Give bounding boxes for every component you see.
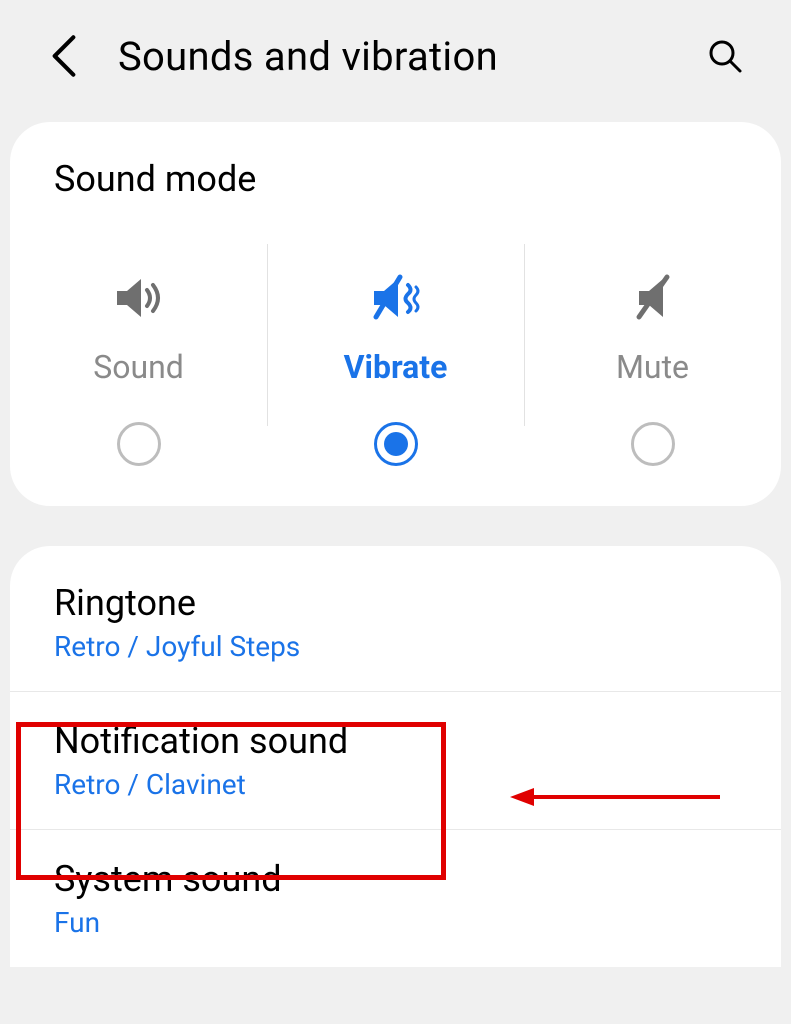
list-item-ringtone[interactable]: Ringtone Retro / Joyful Steps — [10, 554, 781, 692]
sound-settings-list: Ringtone Retro / Joyful Steps Notificati… — [10, 546, 781, 967]
sound-mode-title: Sound mode — [10, 158, 781, 228]
mute-icon — [625, 268, 681, 328]
header: Sounds and vibration — [0, 0, 791, 122]
back-button[interactable] — [50, 34, 78, 78]
sound-mode-card: Sound mode Sound Vib — [10, 122, 781, 506]
list-item-notification-sound[interactable]: Notification sound Retro / Clavinet — [10, 692, 781, 830]
item-title: System sound — [54, 858, 737, 900]
item-title: Ringtone — [54, 582, 737, 624]
item-subtitle: Fun — [54, 906, 737, 939]
sound-mode-row: Sound Vibrate Mute — [10, 228, 781, 466]
item-subtitle: Retro / Joyful Steps — [54, 630, 737, 663]
sound-mode-option-sound[interactable]: Sound — [10, 244, 267, 466]
sound-mode-label: Sound — [93, 348, 184, 386]
page-title: Sounds and vibration — [118, 33, 699, 80]
sound-icon — [111, 268, 167, 328]
sound-mode-option-mute[interactable]: Mute — [524, 244, 781, 466]
vibrate-mode-radio — [374, 422, 418, 466]
list-item-system-sound[interactable]: System sound Fun — [10, 830, 781, 967]
search-icon — [707, 38, 743, 74]
search-button[interactable] — [699, 30, 751, 82]
chevron-left-icon — [50, 34, 78, 78]
mute-mode-radio — [631, 422, 675, 466]
vibrate-mode-label: Vibrate — [344, 348, 448, 386]
sound-mode-radio — [117, 422, 161, 466]
item-title: Notification sound — [54, 720, 737, 762]
vibrate-icon — [368, 268, 424, 328]
item-subtitle: Retro / Clavinet — [54, 768, 737, 801]
mute-mode-label: Mute — [616, 348, 689, 386]
sound-mode-option-vibrate[interactable]: Vibrate — [267, 244, 524, 466]
